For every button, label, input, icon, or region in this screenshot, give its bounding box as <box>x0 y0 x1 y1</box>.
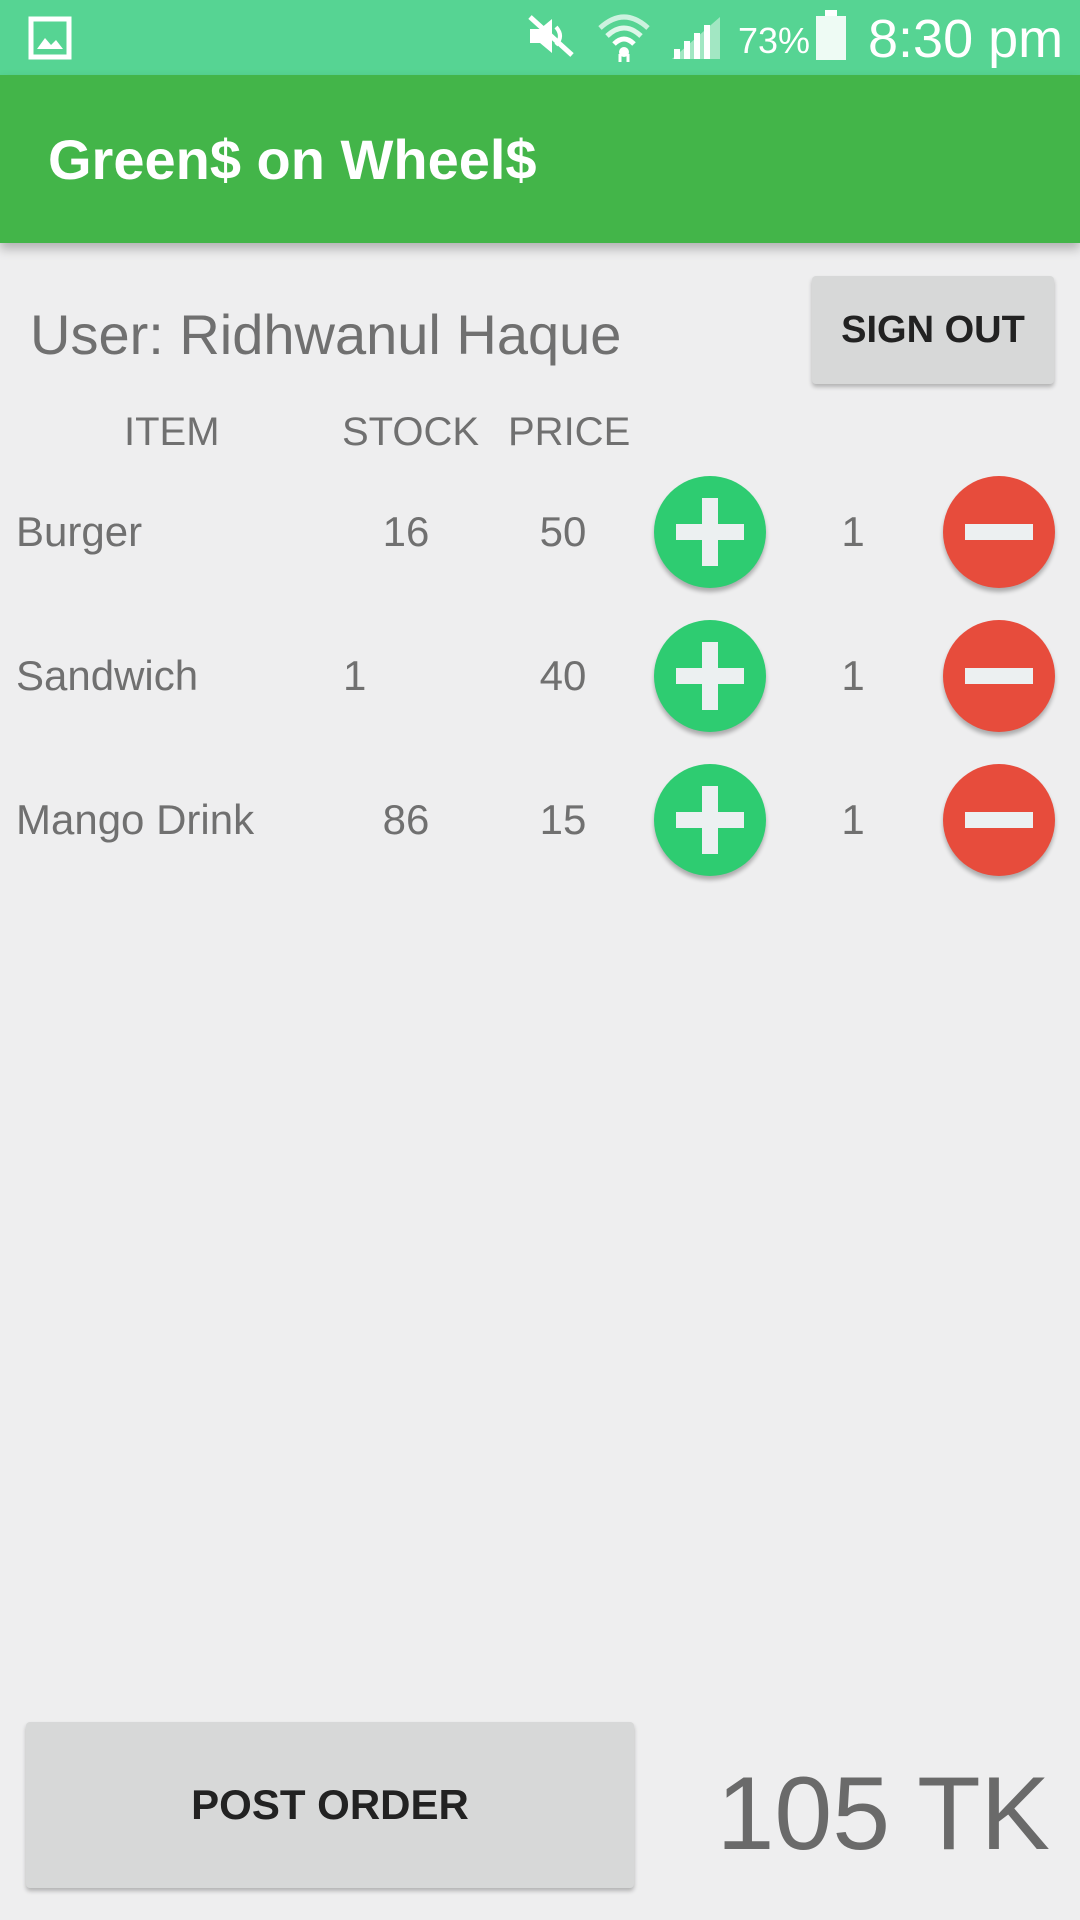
add-button[interactable] <box>654 620 766 732</box>
plus-icon <box>676 498 744 566</box>
battery-icon <box>814 10 848 65</box>
plus-icon <box>676 642 744 710</box>
item-price: 40 <box>539 652 587 699</box>
signal-icon <box>670 15 722 64</box>
wifi-icon <box>596 8 652 69</box>
item-name: Burger <box>16 508 143 555</box>
app-bar: Green$ on Wheel$ <box>0 75 1080 243</box>
remove-button[interactable] <box>943 476 1055 588</box>
add-button[interactable] <box>654 476 766 588</box>
minus-icon <box>965 524 1033 540</box>
item-quantity: 1 <box>841 796 865 843</box>
item-stock: 16 <box>382 508 430 555</box>
item-stock: 1 <box>343 652 367 699</box>
sign-out-button[interactable]: SIGN OUT <box>812 276 1054 384</box>
item-quantity: 1 <box>841 652 865 699</box>
post-order-button[interactable]: POST ORDER <box>26 1722 634 1888</box>
item-stock: 86 <box>382 796 430 843</box>
minus-icon <box>965 668 1033 684</box>
mute-icon <box>526 13 576 64</box>
item-quantity: 1 <box>841 508 865 555</box>
table-row: Mango Drink 86 15 1 <box>0 764 1080 884</box>
table-row: Sandwich 1 40 1 <box>0 620 1080 740</box>
table-row: Burger 16 50 1 <box>0 476 1080 596</box>
battery-percent: 73% <box>738 20 811 61</box>
order-total: 105 TK <box>716 1756 1050 1872</box>
item-name: Mango Drink <box>16 796 255 843</box>
gallery-icon <box>28 16 72 65</box>
header-price: PRICE <box>508 410 631 454</box>
minus-icon <box>965 812 1033 828</box>
status-clock: 8:30 pm <box>868 9 1064 69</box>
remove-button[interactable] <box>943 764 1055 876</box>
plus-icon <box>676 786 744 854</box>
item-name: Sandwich <box>16 652 199 699</box>
header-stock: STOCK <box>342 410 480 454</box>
item-price: 15 <box>539 796 587 843</box>
app-title: Green$ on Wheel$ <box>48 128 537 191</box>
item-price: 50 <box>539 508 587 555</box>
add-button[interactable] <box>654 764 766 876</box>
user-label: User: Ridhwanul Haque <box>30 303 622 366</box>
status-bar: 73% 8:30 pm <box>0 0 1080 75</box>
remove-button[interactable] <box>943 620 1055 732</box>
header-item: ITEM <box>124 410 220 454</box>
